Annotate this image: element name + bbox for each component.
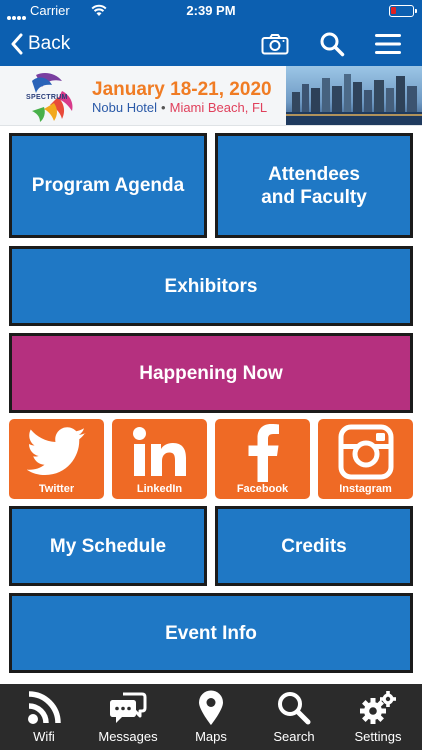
gears-icon [360,691,396,724]
event-info-tile[interactable]: Event Info [9,593,413,673]
exhibitors-label: Exhibitors [164,275,258,297]
messages-icon [110,692,147,723]
tab-maps-label: Maps [195,729,227,744]
venue-name: Nobu Hotel [92,100,158,115]
my-schedule-tile[interactable]: My Schedule [9,506,207,586]
wifi-icon [28,691,61,724]
tab-search-label: Search [273,729,315,744]
credits-tile[interactable]: Credits [215,506,413,586]
hamburger-menu-icon [375,34,401,54]
exhibitors-tile[interactable]: Exhibitors [9,246,413,326]
skyline-image [286,66,422,125]
linkedin-label: LinkedIn [136,483,183,495]
tab-search[interactable]: Search [252,684,336,750]
attendees-label-line1: Attendees [268,163,360,185]
program-agenda-tile[interactable]: Program Agenda [9,133,207,238]
tab-wifi[interactable]: Wifi [2,684,86,750]
top-bar: Carrier 2:39 PM Back [0,0,422,66]
status-bar: Carrier 2:39 PM [0,0,422,22]
tab-bar: Wifi Messages Maps Search Settings [0,684,422,750]
instagram-icon [338,424,393,480]
credits-label: Credits [281,535,347,557]
event-banner: SPECTRUM January 18-21, 2020 Nobu Hotel •… [0,66,422,126]
event-venue: Nobu Hotel • Miami Beach, FL [92,100,267,115]
attendees-label-line2: and Faculty [261,186,367,208]
menu-button[interactable] [373,30,403,58]
tab-messages-label: Messages [98,729,158,744]
instagram-label: Instagram [339,483,392,495]
twitter-tile[interactable]: Twitter [9,419,104,499]
instagram-tile[interactable]: Instagram [318,419,413,499]
map-pin-icon [199,690,223,725]
search-icon [278,692,311,725]
back-button[interactable]: Back [10,31,70,57]
tab-settings-label: Settings [354,729,402,744]
event-info-label: Event Info [165,622,257,644]
linkedin-icon [132,427,186,476]
my-schedule-label: My Schedule [49,535,167,557]
happening-now-label: Happening Now [139,362,283,384]
venue-separator: • [161,100,166,115]
camera-icon [261,34,289,55]
facebook-label: Facebook [236,483,289,495]
chevron-left-icon [11,33,23,55]
tab-settings[interactable]: Settings [336,684,420,750]
linkedin-tile[interactable]: LinkedIn [112,419,207,499]
twitter-label: Twitter [38,483,75,495]
back-label: Back [28,33,71,54]
happening-now-tile[interactable]: Happening Now [9,333,413,413]
twitter-icon [26,427,86,475]
tab-maps[interactable]: Maps [169,684,253,750]
venue-city: Miami Beach, FL [169,100,268,115]
battery-icon [389,5,417,17]
attendees-faculty-tile[interactable]: Attendees and Faculty [215,133,413,238]
facebook-tile[interactable]: Facebook [215,419,310,499]
tab-wifi-label: Wifi [33,729,55,744]
status-time: 2:39 PM [186,3,236,18]
search-icon [320,32,345,57]
camera-button[interactable] [260,30,290,58]
program-agenda-label: Program Agenda [31,175,185,196]
nav-bar: Back [0,22,422,66]
spectrum-logo-text: SPECTRUM [26,94,68,101]
tab-messages[interactable]: Messages [86,684,170,750]
facebook-icon [248,424,279,482]
event-dates: January 18-21, 2020 [92,79,272,100]
search-button[interactable] [317,30,347,58]
